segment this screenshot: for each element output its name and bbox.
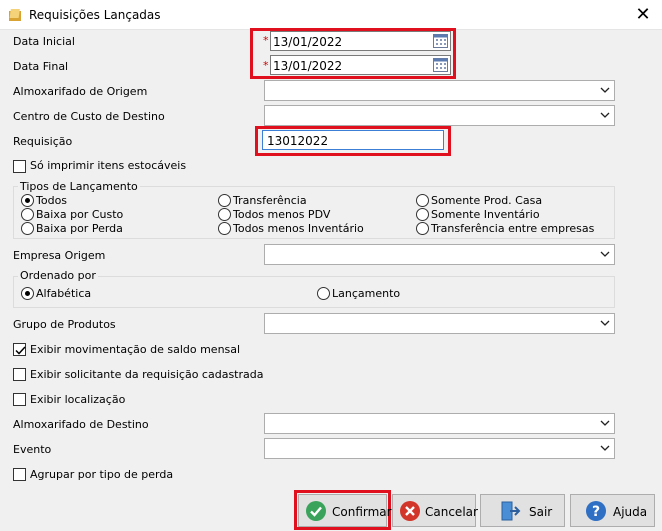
sair-label: Sair — [529, 505, 553, 519]
radio-alfabetica-label: Alfabética — [36, 287, 92, 300]
requisicao-input[interactable]: 13012022 — [262, 130, 444, 150]
radio-transferencia-empresas[interactable] — [416, 222, 429, 235]
so-imprimir-label: Só imprimir itens estocáveis — [30, 159, 187, 172]
exibir-solicitante-label: Exibir solicitante da requisição cadastr… — [30, 368, 264, 381]
radio-todos-menos-inventario-label: Todos menos Inventário — [233, 222, 364, 235]
radio-somente-prod-casa[interactable] — [416, 194, 429, 207]
tipos-lancamento-title: Tipos de Lançamento — [18, 180, 140, 193]
radio-transferencia-label: Transferência — [233, 194, 307, 207]
data-final-input[interactable]: 13/01/2022 — [270, 55, 451, 75]
close-icon: ✕ — [635, 4, 651, 25]
chevron-down-icon — [600, 87, 610, 93]
exibir-solicitante-checkbox[interactable] — [13, 368, 26, 381]
ordenado-por-title: Ordenado por — [18, 269, 98, 282]
chevron-down-icon — [600, 251, 610, 257]
radio-lancamento[interactable] — [317, 287, 330, 300]
exibir-movimentacao-checkbox[interactable] — [13, 343, 26, 356]
check-icon — [15, 346, 26, 355]
almox-destino-label: Almoxarifado de Destino — [13, 418, 149, 431]
data-inicial-label: Data Inicial — [13, 35, 75, 48]
exibir-movimentacao-label: Exibir movimentação de saldo mensal — [30, 343, 241, 356]
radio-todos-menos-inventario[interactable] — [218, 222, 231, 235]
radio-transferencia[interactable] — [218, 194, 231, 207]
grupo-produtos-label: Grupo de Produtos — [13, 318, 116, 331]
cancelar-label: Cancelar — [425, 505, 478, 519]
confirmar-label: Confirmar — [332, 505, 392, 519]
almox-origem-label: Almoxarifado de Origem — [13, 85, 148, 98]
radio-somente-inventario[interactable] — [416, 208, 429, 221]
ordenado-por-group — [13, 276, 615, 308]
data-inicial-value: 13/01/2022 — [273, 35, 343, 49]
window-title: Requisições Lançadas — [29, 8, 161, 22]
radio-baixa-custo[interactable] — [21, 208, 34, 221]
data-inicial-input[interactable]: 13/01/2022 — [270, 31, 451, 51]
x-circle-icon — [400, 501, 420, 521]
exibir-localizacao-label: Exibir localização — [30, 393, 126, 406]
close-button[interactable]: ✕ — [629, 2, 657, 28]
ajuda-label: Ajuda — [613, 505, 648, 519]
chevron-down-icon — [600, 420, 610, 426]
sair-button[interactable]: Sair — [480, 494, 565, 527]
chevron-down-icon — [600, 320, 610, 326]
check-circle-icon — [306, 501, 326, 521]
almox-origem-select[interactable] — [264, 80, 615, 101]
radio-somente-prod-casa-label: Somente Prod. Casa — [431, 194, 543, 207]
calendar-icon[interactable] — [433, 58, 448, 72]
radio-baixa-perda[interactable] — [21, 222, 34, 235]
confirmar-button[interactable]: Confirmar — [298, 494, 392, 527]
requisicao-value: 13012022 — [267, 134, 329, 148]
radio-todos-menos-pdv-label: Todos menos PDV — [233, 208, 331, 221]
evento-select[interactable] — [264, 438, 615, 459]
data-final-value: 13/01/2022 — [273, 59, 343, 73]
data-final-label: Data Final — [13, 60, 69, 73]
agrupar-perda-checkbox[interactable] — [13, 468, 26, 481]
radio-lancamento-label: Lançamento — [332, 287, 401, 300]
radio-todos-menos-pdv[interactable] — [218, 208, 231, 221]
radio-todos-label: Todos — [36, 194, 68, 207]
exibir-localizacao-checkbox[interactable] — [13, 393, 26, 406]
required-mark: * — [263, 34, 269, 47]
exit-door-icon — [501, 501, 521, 521]
radio-baixa-custo-label: Baixa por Custo — [36, 208, 124, 221]
chevron-down-icon — [600, 112, 610, 118]
radio-transferencia-empresas-label: Transferência entre empresas — [431, 222, 595, 235]
ajuda-button[interactable]: ? Ajuda — [570, 494, 655, 527]
evento-label: Evento — [13, 443, 52, 456]
title-bar: Requisições Lançadas ✕ — [0, 0, 662, 30]
agrupar-perda-label: Agrupar por tipo de perda — [30, 468, 174, 481]
requisicao-label: Requisição — [13, 135, 73, 148]
almox-destino-select[interactable] — [264, 413, 615, 434]
folder-icon — [9, 9, 21, 21]
chevron-down-icon — [600, 445, 610, 451]
radio-baixa-perda-label: Baixa por Perda — [36, 222, 123, 235]
calendar-icon[interactable] — [433, 34, 448, 48]
grupo-produtos-select[interactable] — [264, 313, 615, 334]
svg-text:?: ? — [592, 504, 600, 520]
centro-custo-label: Centro de Custo de Destino — [13, 110, 165, 123]
radio-todos[interactable] — [21, 194, 34, 207]
empresa-origem-label: Empresa Origem — [13, 249, 106, 262]
radio-alfabetica[interactable] — [21, 287, 34, 300]
required-mark: * — [263, 59, 269, 72]
centro-custo-select[interactable] — [264, 105, 615, 126]
radio-somente-inventario-label: Somente Inventário — [431, 208, 540, 221]
so-imprimir-checkbox[interactable] — [13, 160, 26, 173]
empresa-origem-select[interactable] — [264, 244, 615, 265]
question-circle-icon: ? — [586, 501, 606, 521]
cancelar-button[interactable]: Cancelar — [392, 494, 478, 527]
